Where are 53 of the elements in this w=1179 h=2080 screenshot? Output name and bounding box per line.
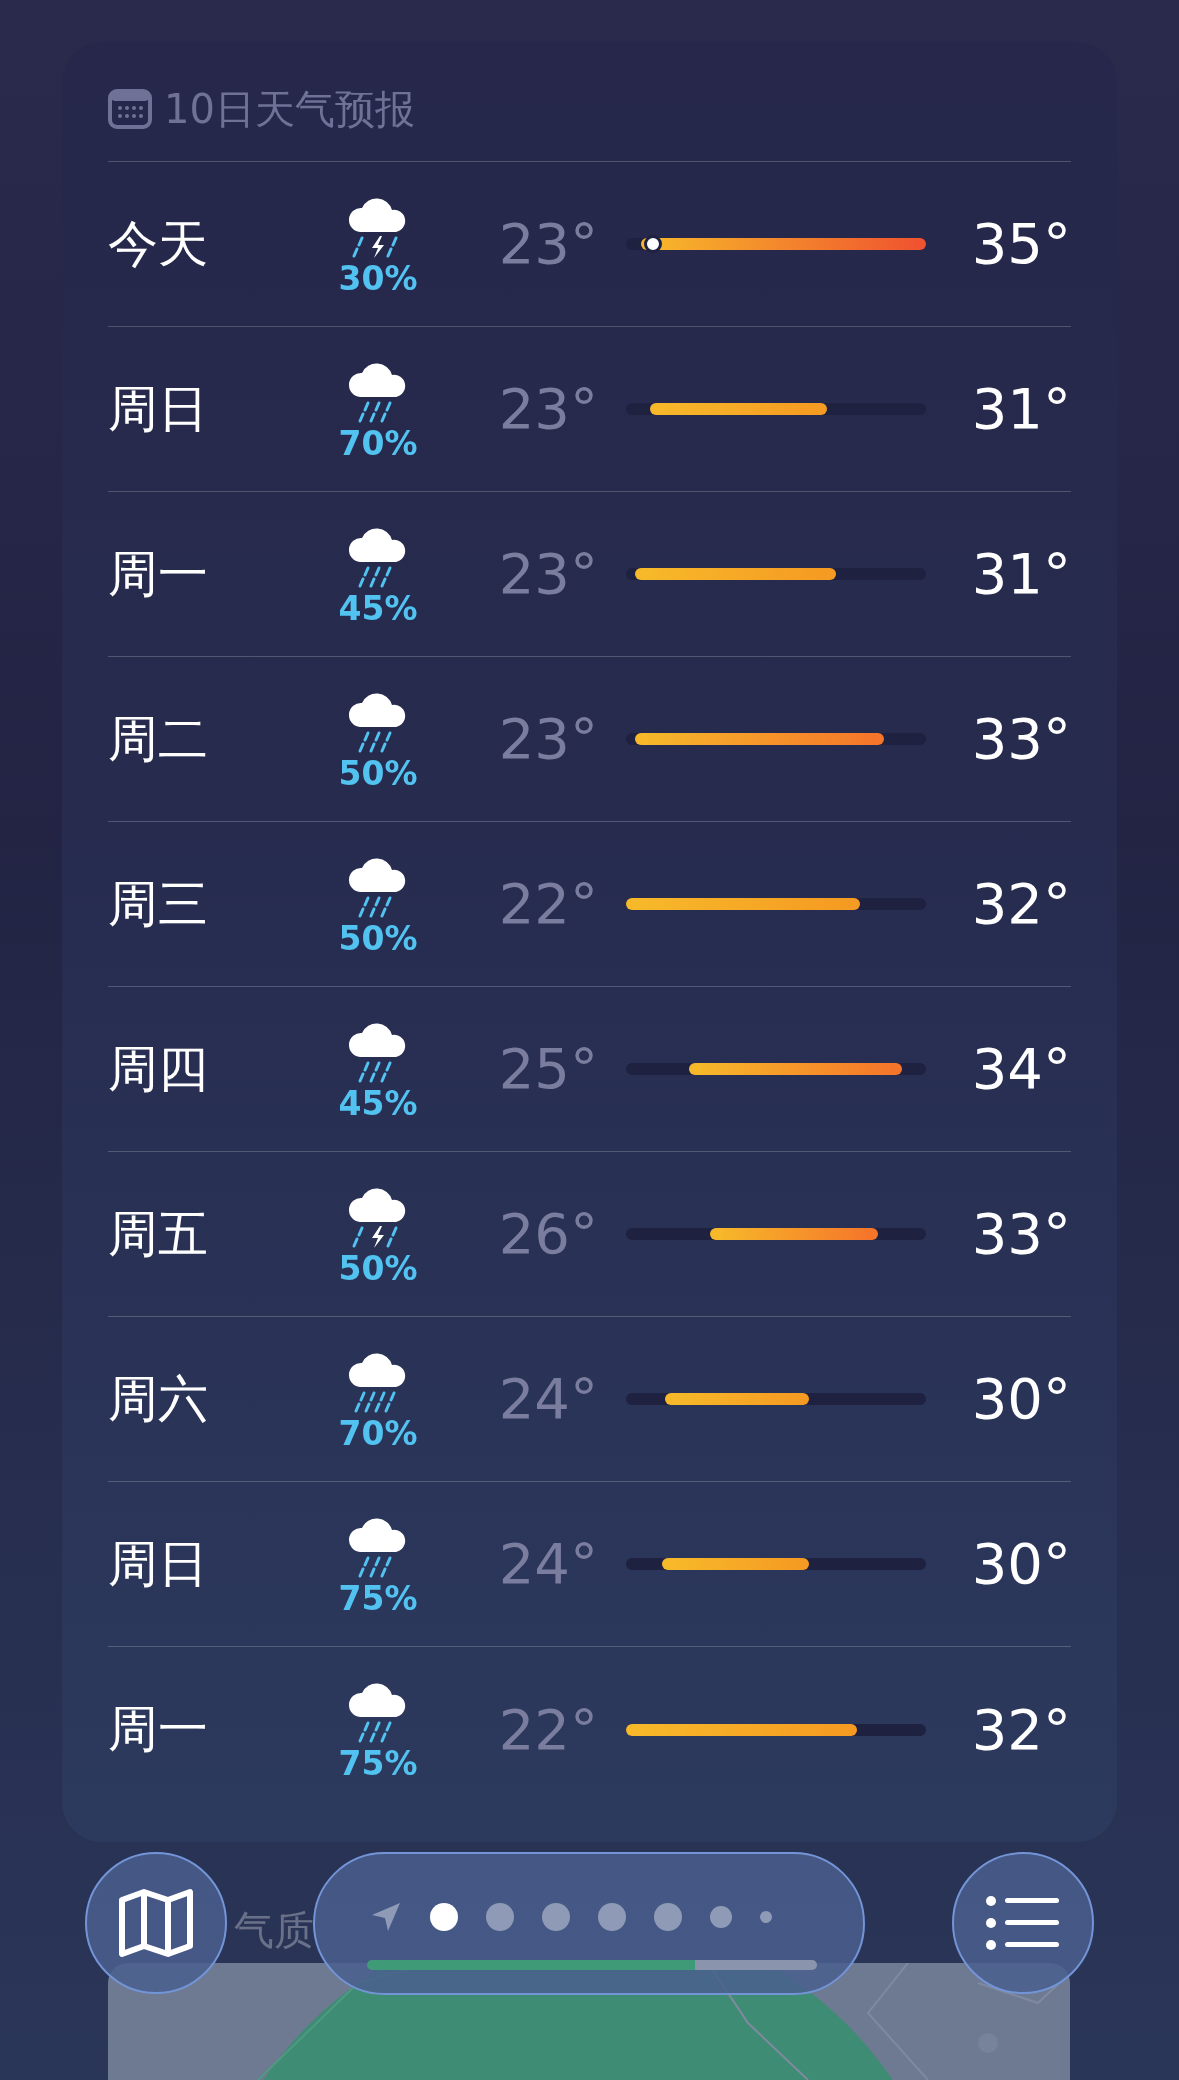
day-label: 周六 [108, 1368, 209, 1430]
low-temperature: 23° [497, 210, 599, 278]
page-dot[interactable] [598, 1903, 626, 1931]
low-temperature: 26° [497, 1200, 599, 1268]
low-temperature: 23° [497, 705, 599, 773]
precipitation-chance: 30% [338, 261, 418, 295]
precipitation-chance: 75% [338, 1581, 418, 1615]
day-label: 周四 [108, 1038, 209, 1100]
precipitation-chance: 70% [338, 426, 418, 460]
low-temperature: 25° [497, 1035, 599, 1103]
low-temperature: 23° [497, 540, 599, 608]
day-label: 周二 [108, 708, 209, 770]
day-label: 周日 [108, 378, 209, 440]
precipitation-chance: 50% [338, 921, 418, 955]
high-temperature: 32° [970, 870, 1071, 938]
precipitation-chance: 45% [338, 591, 418, 625]
list-icon [985, 1895, 1061, 1951]
page-dot[interactable] [542, 1903, 570, 1931]
day-label: 周日 [108, 1533, 209, 1595]
page-dot[interactable] [430, 1903, 458, 1931]
day-label: 周五 [108, 1203, 209, 1265]
precipitation-chance: 75% [338, 1747, 418, 1780]
low-temperature: 22° [497, 870, 599, 938]
precipitation-chance: 50% [338, 756, 418, 790]
high-temperature: 30° [970, 1530, 1071, 1598]
high-temperature: 32° [970, 1695, 1071, 1764]
day-label: 周一 [108, 1699, 209, 1760]
high-temperature: 33° [970, 1200, 1071, 1268]
high-temperature: 30° [970, 1365, 1071, 1433]
high-temperature: 34° [970, 1035, 1071, 1103]
low-temperature: 23° [497, 375, 599, 443]
page-dot[interactable] [760, 1911, 772, 1923]
high-temperature: 35° [970, 210, 1071, 278]
map-icon [118, 1888, 194, 1958]
precipitation-chance: 45% [338, 1086, 418, 1120]
high-temperature: 33° [970, 705, 1071, 773]
high-temperature: 31° [970, 540, 1071, 608]
low-temperature: 24° [497, 1365, 599, 1433]
precipitation-chance: 70% [338, 1416, 418, 1450]
low-temperature: 24° [497, 1530, 599, 1598]
day-label: 周一 [108, 543, 209, 605]
calendar-icon [108, 88, 152, 129]
day-label: 周三 [108, 873, 209, 935]
card-title: 10日天气预报 [164, 84, 415, 134]
location-arrow-icon[interactable] [370, 1901, 402, 1933]
page-dot[interactable] [486, 1903, 514, 1931]
page-dot[interactable] [710, 1906, 732, 1928]
precipitation-chance: 50% [338, 1251, 418, 1285]
card-title: 气质 [234, 1906, 314, 1955]
page-dot[interactable] [654, 1903, 682, 1931]
high-temperature: 31° [970, 375, 1071, 443]
low-temperature: 22° [497, 1695, 599, 1764]
day-label: 今天 [108, 213, 209, 275]
